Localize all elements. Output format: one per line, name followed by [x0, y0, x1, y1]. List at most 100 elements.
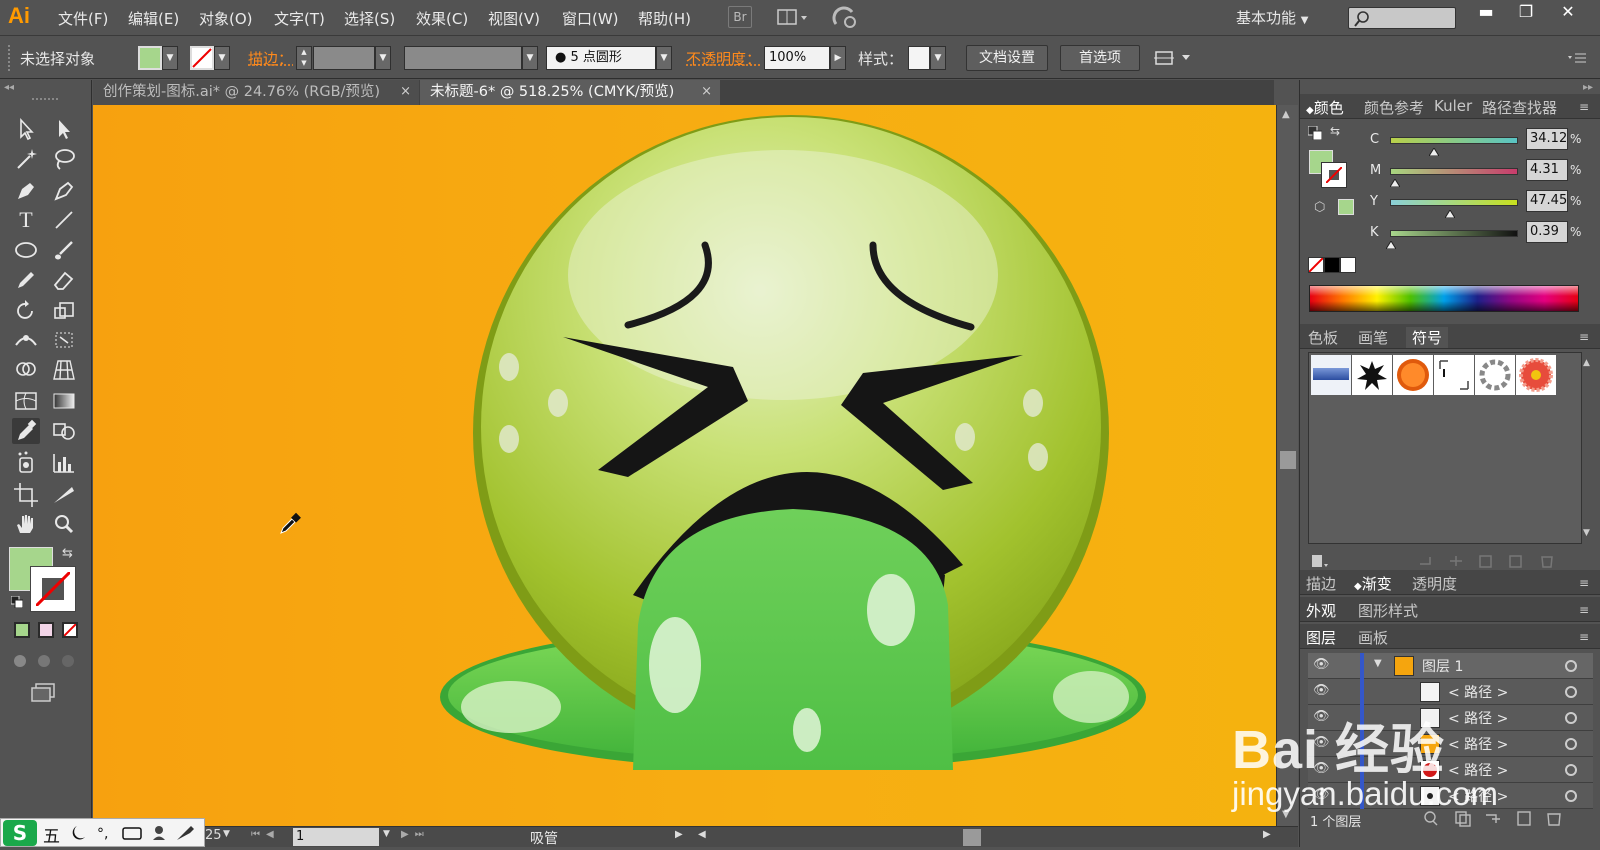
closest-color-swatch[interactable] — [1338, 199, 1354, 215]
menu-help[interactable]: 帮助(H) — [638, 8, 691, 29]
tab-stroke[interactable]: 描边 — [1306, 573, 1336, 594]
menu-type[interactable]: 文字(T) — [274, 8, 325, 29]
status-menu-icon[interactable]: ▶ — [675, 829, 683, 840]
vertical-scroll-thumb[interactable] — [1280, 451, 1296, 469]
none-mode-button[interactable] — [62, 622, 78, 638]
channel-m-slider[interactable] — [1390, 168, 1518, 175]
menu-select[interactable]: 选择(S) — [344, 8, 395, 29]
help-search-input[interactable] — [1348, 7, 1456, 29]
tab-layers[interactable]: 图层 — [1306, 627, 1336, 648]
zoom-level[interactable]: 25 — [205, 828, 235, 843]
magic-wand-tool-icon[interactable] — [12, 146, 40, 172]
variable-width-profile[interactable] — [404, 46, 522, 70]
blend-tool-icon[interactable] — [50, 418, 78, 444]
artboard-canvas[interactable] — [93, 105, 1276, 826]
channel-y-value[interactable]: 47.45 — [1526, 190, 1568, 212]
page-dropdown-icon[interactable]: ▼ — [383, 829, 390, 839]
stroke-color-swatch[interactable] — [30, 566, 76, 612]
layer-target-icon[interactable] — [1565, 712, 1577, 724]
tab-kuler[interactable]: Kuler — [1434, 97, 1472, 115]
pen-tool-icon[interactable] — [12, 177, 40, 203]
close-tab-icon[interactable]: × — [400, 80, 411, 104]
stroke-label[interactable]: 描边： — [248, 48, 293, 69]
visibility-eye-icon[interactable]: 👁 — [1313, 683, 1330, 698]
artboard-nav-prev-icon[interactable]: ⏮◀ — [251, 829, 280, 840]
menu-object[interactable]: 对象(O) — [199, 8, 253, 29]
stroke-weight-stepper[interactable]: ▲ ▼ — [296, 46, 312, 70]
layer-expand-icon[interactable]: ▼ — [1374, 658, 1382, 669]
tab-gradient[interactable]: ◆渐变 — [1354, 573, 1392, 594]
tab-transparency[interactable]: 透明度 — [1412, 573, 1457, 594]
layer-name[interactable]: 图层 1 — [1422, 656, 1463, 676]
default-colors-icon[interactable] — [10, 595, 24, 609]
menu-edit[interactable]: 编辑(E) — [128, 8, 179, 29]
channel-c-value[interactable]: 34.12 — [1526, 128, 1568, 150]
tab-pathfinder[interactable]: 路径查找器 — [1482, 97, 1557, 118]
scroll-right-icon[interactable]: ▶ — [1263, 829, 1271, 840]
color-mode-button[interactable] — [14, 622, 30, 638]
color-stroke-swatch[interactable] — [1321, 162, 1347, 188]
width-tool-icon[interactable] — [12, 327, 40, 353]
symbol-sprayer-tool-icon[interactable] — [12, 450, 40, 476]
white-color-swatch[interactable] — [1340, 257, 1356, 273]
gpu-performance-icon[interactable] — [832, 6, 860, 30]
collapse-panel-icon[interactable]: ◂◂ — [4, 82, 14, 93]
artboard-nav-next-icon[interactable]: ▶⏭ — [401, 829, 430, 840]
layer-name[interactable]: < 路径 > — [1448, 708, 1508, 728]
mesh-tool-icon[interactable] — [12, 388, 40, 414]
ime-tools-icon[interactable]: °, — [67, 820, 202, 846]
layer-target-icon[interactable] — [1565, 790, 1577, 802]
rotate-tool-icon[interactable] — [12, 298, 40, 324]
zoom-tool-icon[interactable] — [50, 511, 78, 537]
tab-artboards[interactable]: 画板 — [1358, 627, 1388, 648]
channel-k-slider[interactable] — [1390, 230, 1518, 237]
tab-color-guide[interactable]: 颜色参考 — [1364, 97, 1424, 118]
arrange-documents-icon[interactable] — [777, 8, 811, 28]
tab-symbols[interactable]: 符号 — [1406, 327, 1449, 348]
default-fill-stroke-icon[interactable] — [1307, 125, 1323, 141]
channel-m-thumb[interactable] — [1389, 175, 1402, 191]
horizontal-scroll-thumb[interactable] — [963, 829, 981, 846]
panel-menu-icon[interactable]: ≡ — [1579, 330, 1589, 344]
close-tab-icon[interactable]: × — [701, 80, 712, 104]
perspective-grid-tool-icon[interactable] — [50, 357, 78, 383]
channel-c-slider[interactable] — [1390, 137, 1518, 144]
selection-tool-icon[interactable] — [12, 116, 40, 142]
tab-document-1[interactable]: 创作策划-图标.ai* @ 24.76% (RGB/预览) × — [93, 80, 419, 105]
layer-name[interactable]: < 路径 > — [1448, 734, 1508, 754]
symbol-ink-splat[interactable] — [1352, 355, 1392, 395]
slice-tool-icon[interactable] — [50, 481, 78, 507]
tab-document-2[interactable]: 未标题-6* @ 518.25% (CMYK/预览) × — [420, 80, 720, 105]
shape-builder-tool-icon[interactable] — [12, 357, 40, 383]
zoom-dropdown-icon[interactable]: ▼ — [223, 829, 230, 839]
restore-button[interactable]: ❐ — [1506, 0, 1546, 24]
layer-row[interactable]: 👁 < 路径 > — [1308, 679, 1593, 705]
curvature-tool-icon[interactable] — [50, 177, 78, 203]
fill-dropdown[interactable]: ▼ — [162, 46, 178, 70]
opacity-label[interactable]: 不透明度： — [686, 48, 761, 69]
gradient-tool-icon[interactable] — [50, 388, 78, 414]
scroll-up-icon[interactable]: ▲ — [1282, 109, 1290, 120]
brush-definition[interactable]: ● 5 点圆形 — [546, 46, 656, 70]
channel-k-value[interactable]: 0.39 — [1526, 221, 1568, 243]
scroll-left-icon[interactable]: ◀ — [698, 829, 706, 840]
tools-grip[interactable] — [32, 98, 58, 102]
menu-view[interactable]: 视图(V) — [488, 8, 540, 29]
symbol-red-flower[interactable] — [1516, 355, 1556, 395]
symbol-orange-button[interactable] — [1393, 355, 1433, 395]
symbol-chain-ring[interactable] — [1475, 355, 1515, 395]
stroke-weight-input[interactable] — [313, 46, 375, 70]
channel-c-thumb[interactable] — [1427, 144, 1440, 160]
sogou-logo-icon[interactable]: S — [3, 820, 37, 846]
bridge-button[interactable]: Br — [728, 6, 752, 28]
eyedropper-tool-icon[interactable] — [12, 418, 40, 444]
workspace-switcher[interactable]: 基本功能 ▼ — [1236, 7, 1309, 28]
tab-graphic-styles[interactable]: 图形样式 — [1358, 600, 1418, 621]
panel-menu-icon[interactable]: ≡ — [1579, 100, 1589, 114]
lasso-tool-icon[interactable] — [50, 146, 78, 172]
layer-row-top[interactable]: 👁 ▼ 图层 1 — [1308, 653, 1593, 679]
minimize-button[interactable]: ▬ — [1466, 0, 1506, 24]
layer-target-icon[interactable] — [1565, 764, 1577, 776]
tab-swatches[interactable]: 色板 — [1308, 327, 1338, 348]
brush-dropdown[interactable]: ▼ — [656, 46, 672, 70]
